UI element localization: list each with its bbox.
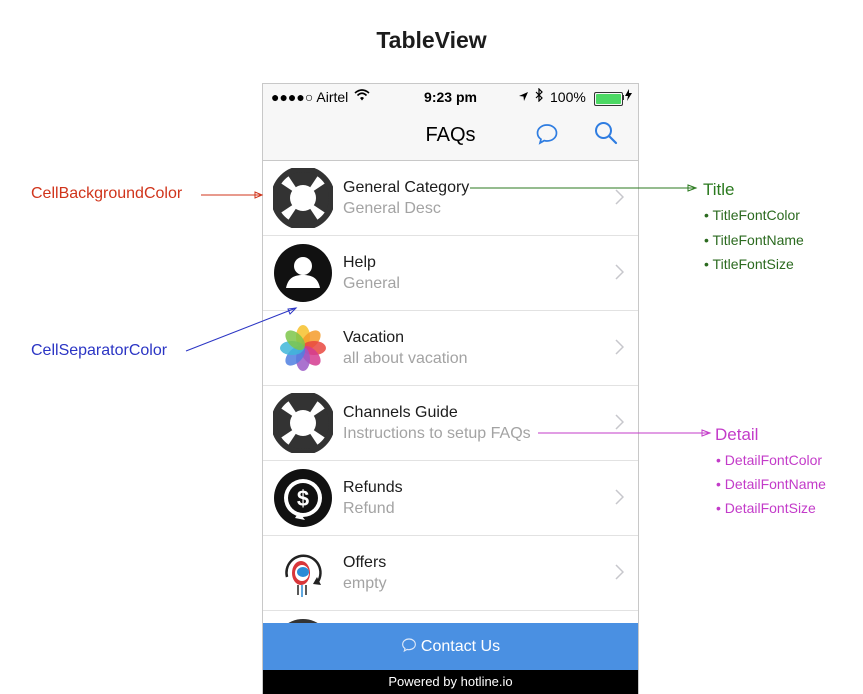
detail-annotation-item: • DetailFontColor [716, 452, 823, 468]
title-annotation: Title [703, 180, 735, 199]
cell-background-annotation: CellBackgroundColor [31, 185, 183, 202]
title-annotation-item: • TitleFontColor [704, 207, 800, 223]
detail-annotation: Detail [715, 425, 759, 444]
detail-annotation-item: • DetailFontSize [716, 500, 816, 516]
detail-annotation-item: • DetailFontName [716, 476, 826, 492]
title-annotation-item: • TitleFontName [704, 232, 804, 248]
title-annotation-item: • TitleFontSize [704, 256, 794, 272]
cell-separator-annotation: CellSeparatorColor [31, 342, 168, 359]
